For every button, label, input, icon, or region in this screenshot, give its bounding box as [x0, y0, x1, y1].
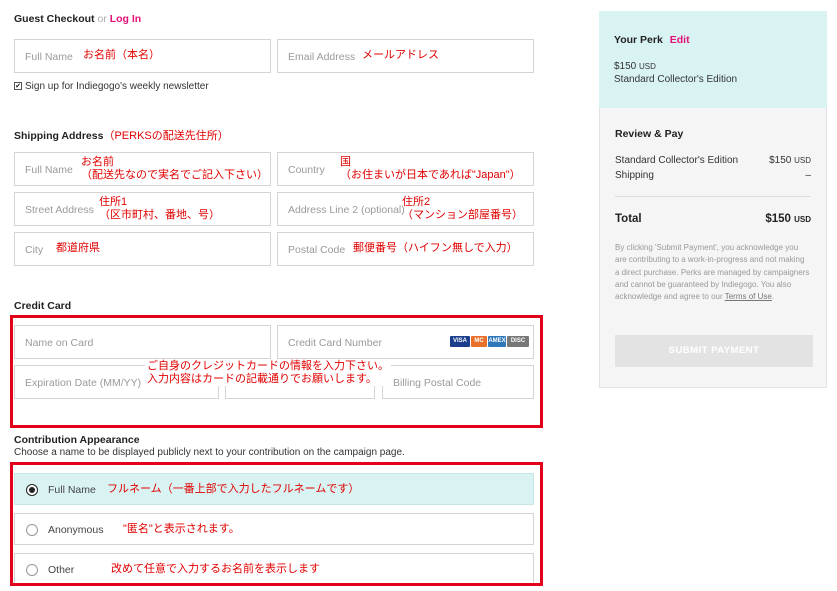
guest-checkout-heading: Guest Checkout or Log In	[14, 13, 141, 25]
review-panel: Review & Pay Standard Collector's Editio…	[599, 108, 827, 388]
shipping-title: Shipping Address	[14, 130, 104, 142]
appearance-highlight	[10, 462, 543, 586]
postal-code-note: 郵便番号（ハイフン無しで入力）	[353, 242, 518, 254]
appearance-title: Contribution Appearance	[14, 434, 140, 446]
submit-payment-button[interactable]: SUBMIT PAYMENT	[615, 335, 813, 367]
city-note: 都道府県	[56, 242, 100, 254]
credit-card-title: Credit Card	[14, 300, 72, 312]
or-text: or	[97, 13, 107, 25]
guest-email-input[interactable]: Email Address メールアドレス	[277, 39, 534, 73]
postal-code-placeholder: Postal Code	[288, 244, 346, 256]
perk-name: Standard Collector's Edition	[614, 74, 738, 85]
total-price: $150 USD	[765, 213, 811, 225]
street-address-placeholder: Street Address	[25, 204, 94, 216]
guest-email-placeholder: Email Address	[288, 51, 356, 63]
street-address-note: 住所1 （区市町村、番地、号）	[99, 196, 220, 221]
guest-checkout-title: Guest Checkout	[14, 13, 95, 25]
terms-link[interactable]: Terms of Use	[725, 292, 772, 301]
appearance-subtitle: Choose a name to be displayed publicly n…	[14, 447, 405, 458]
newsletter-label: Sign up for Indiegogo's weekly newslette…	[25, 81, 209, 92]
login-link[interactable]: Log In	[110, 13, 142, 25]
credit-card-highlight	[10, 315, 543, 428]
review-divider	[615, 196, 811, 197]
country-placeholder: Country	[288, 164, 325, 176]
perk-title: Your Perk	[614, 34, 663, 46]
postal-code-input[interactable]: Postal Code 郵便番号（ハイフン無しで入力）	[277, 232, 534, 266]
shipping-heading: Shipping Address（PERKSの配送先住所）	[14, 127, 229, 143]
review-item-price: $150 USD	[769, 155, 811, 166]
guest-email-note: メールアドレス	[362, 49, 439, 61]
address-line2-input[interactable]: Address Line 2 (optional) 住所2 （マンション部屋番号）	[277, 192, 534, 226]
review-item-name: Standard Collector's Edition	[615, 155, 739, 166]
guest-fullname-note: お名前（本名）	[83, 49, 160, 61]
street-address-input[interactable]: Street Address 住所1 （区市町村、番地、号）	[14, 192, 271, 226]
city-input[interactable]: City 都道府県	[14, 232, 271, 266]
perk-price: $150 USD	[614, 61, 656, 72]
shipping-fullname-input[interactable]: Full Name お名前 （配送先なので実名でご記入下さい）	[14, 152, 271, 186]
legal-text: By clicking 'Submit Payment', you acknow…	[615, 243, 810, 302]
shipping-fullname-note: お名前 （配送先なので実名でご記入下さい）	[81, 156, 268, 181]
total-label: Total	[615, 213, 642, 225]
shipping-title-note: （PERKSの配送先住所）	[103, 130, 229, 142]
address-line2-note: 住所2 （マンション部屋番号）	[402, 196, 523, 221]
perk-panel: Your Perk Edit $150 USD Standard Collect…	[599, 11, 827, 108]
review-title: Review & Pay	[615, 128, 684, 140]
guest-fullname-input[interactable]: Full Name お名前（本名）	[14, 39, 271, 73]
perk-heading: Your Perk Edit	[614, 34, 690, 46]
address-line2-placeholder: Address Line 2 (optional)	[288, 204, 405, 216]
shipping-fullname-placeholder: Full Name	[25, 164, 73, 176]
perk-edit-link[interactable]: Edit	[670, 34, 690, 46]
guest-fullname-placeholder: Full Name	[25, 51, 73, 63]
newsletter-checkbox[interactable]: ✔	[14, 82, 22, 90]
country-note: 国（お住まいが日本であれば"Japan"）	[340, 156, 521, 181]
review-shipping-value: –	[805, 170, 811, 181]
country-input[interactable]: Country 国（お住まいが日本であれば"Japan"）	[277, 152, 534, 186]
city-placeholder: City	[25, 244, 44, 256]
review-shipping-label: Shipping	[615, 170, 654, 181]
